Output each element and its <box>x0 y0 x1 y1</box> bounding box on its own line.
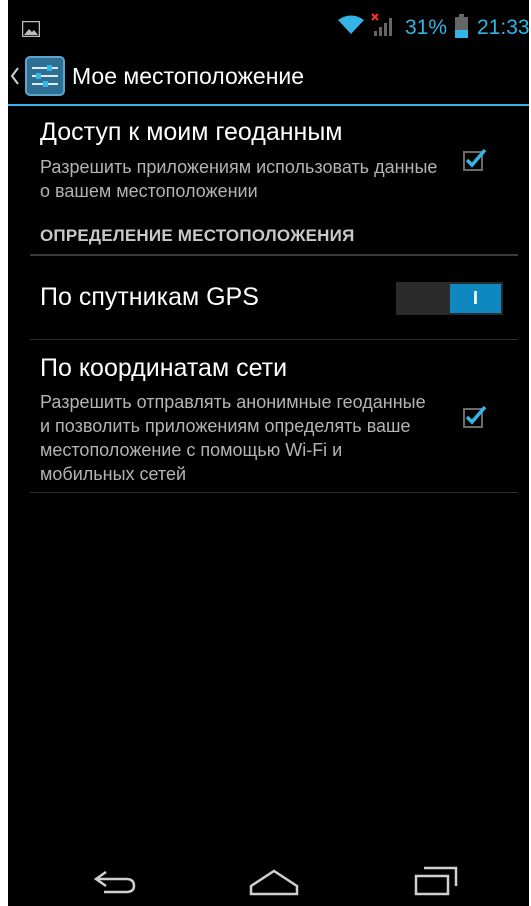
wifi-icon <box>338 15 364 41</box>
pref-divider <box>30 339 518 340</box>
network-checkbox[interactable] <box>463 404 487 428</box>
back-icon[interactable] <box>92 864 138 903</box>
battery-level: 31% <box>405 16 448 39</box>
category-divider <box>30 254 518 256</box>
home-icon[interactable] <box>248 864 300 903</box>
pref-network-summary: Разрешить отправлять анонимные геоданные… <box>40 392 426 484</box>
pref-geo-access[interactable]: Доступ к моим геоданным Разрешить прилож… <box>8 116 529 208</box>
recent-apps-icon[interactable] <box>412 864 460 903</box>
pref-gps-title: По спутникам GPS <box>40 283 259 311</box>
screen: 31% 21:33 Мое местоположение Доступ к мо… <box>8 0 529 906</box>
settings-sliders-icon[interactable] <box>25 56 65 101</box>
pref-geo-access-title: Доступ к моим геоданным <box>40 118 343 146</box>
category-header: ОПРЕДЕЛЕНИЕ МЕСТОПОЛОЖЕНИЯ <box>40 226 355 245</box>
action-bar[interactable]: Мое местоположение <box>8 52 529 106</box>
geo-access-checkbox[interactable] <box>463 147 487 171</box>
pref-network[interactable]: По координатам сети Разрешить отправлять… <box>8 352 529 492</box>
clock: 21:33 <box>477 16 529 39</box>
pref-network-title: По координатам сети <box>40 354 288 382</box>
status-bar: 31% 21:33 <box>8 0 529 50</box>
signal-no-sim-icon <box>370 12 402 44</box>
battery-icon <box>455 14 468 44</box>
navigation-bar <box>8 860 529 906</box>
gps-switch-label: I <box>472 288 478 308</box>
gps-switch-thumb[interactable]: I <box>450 284 501 313</box>
gps-switch[interactable]: I <box>396 282 503 315</box>
page-title: Мое местоположение <box>72 63 305 89</box>
pref-geo-access-summary: Разрешить приложениям использовать данны… <box>40 157 438 201</box>
gallery-icon <box>21 19 41 43</box>
pref-divider <box>30 492 518 493</box>
action-bar-divider <box>8 104 529 106</box>
up-chevron-icon[interactable] <box>10 66 20 91</box>
